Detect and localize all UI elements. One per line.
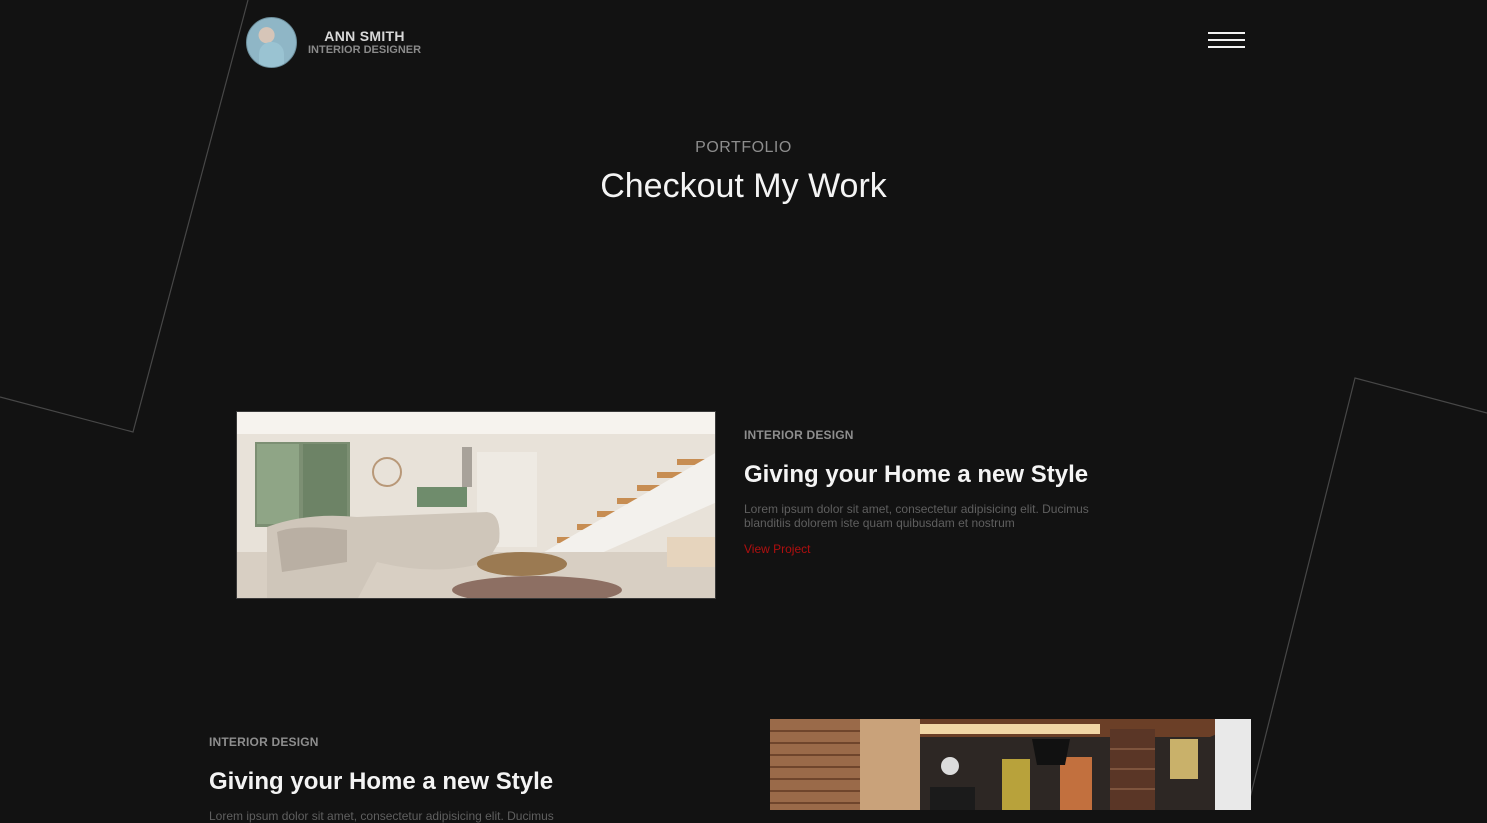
section-title: Checkout My Work <box>600 167 887 205</box>
dark-living-room-photo <box>770 719 1251 810</box>
menu-bar <box>1208 32 1245 34</box>
brand-name: ANN SMITH <box>324 28 405 44</box>
project-2-image[interactable] <box>770 719 1251 810</box>
avatar[interactable] <box>246 17 297 68</box>
project-title: Giving your Home a new Style <box>744 461 1089 488</box>
project-1-info: INTERIOR DESIGN Giving your Home a new S… <box>744 428 1124 558</box>
menu-bar <box>1208 39 1245 41</box>
project-category: INTERIOR DESIGN <box>209 735 319 749</box>
project-category: INTERIOR DESIGN <box>744 428 854 442</box>
project-description: Lorem ipsum dolor sit amet, consectetur … <box>209 809 554 823</box>
project-title: Giving your Home a new Style <box>209 768 554 795</box>
view-project-link[interactable]: View Project <box>744 542 810 556</box>
project-1-image[interactable] <box>236 411 716 599</box>
site-header: ANN SMITH INTERIOR DESIGNER <box>246 17 421 68</box>
brand-role: INTERIOR DESIGNER <box>308 44 422 56</box>
hamburger-menu-icon[interactable] <box>1208 32 1245 50</box>
section-eyebrow: PORTFOLIO <box>695 139 792 156</box>
project-description: Lorem ipsum dolor sit amet, consectetur … <box>744 502 1089 530</box>
menu-bar <box>1208 46 1245 48</box>
living-room-with-staircase-photo <box>237 412 715 598</box>
background-decor-lines <box>0 0 1487 810</box>
brand[interactable]: ANN SMITH INTERIOR DESIGNER <box>308 28 421 57</box>
